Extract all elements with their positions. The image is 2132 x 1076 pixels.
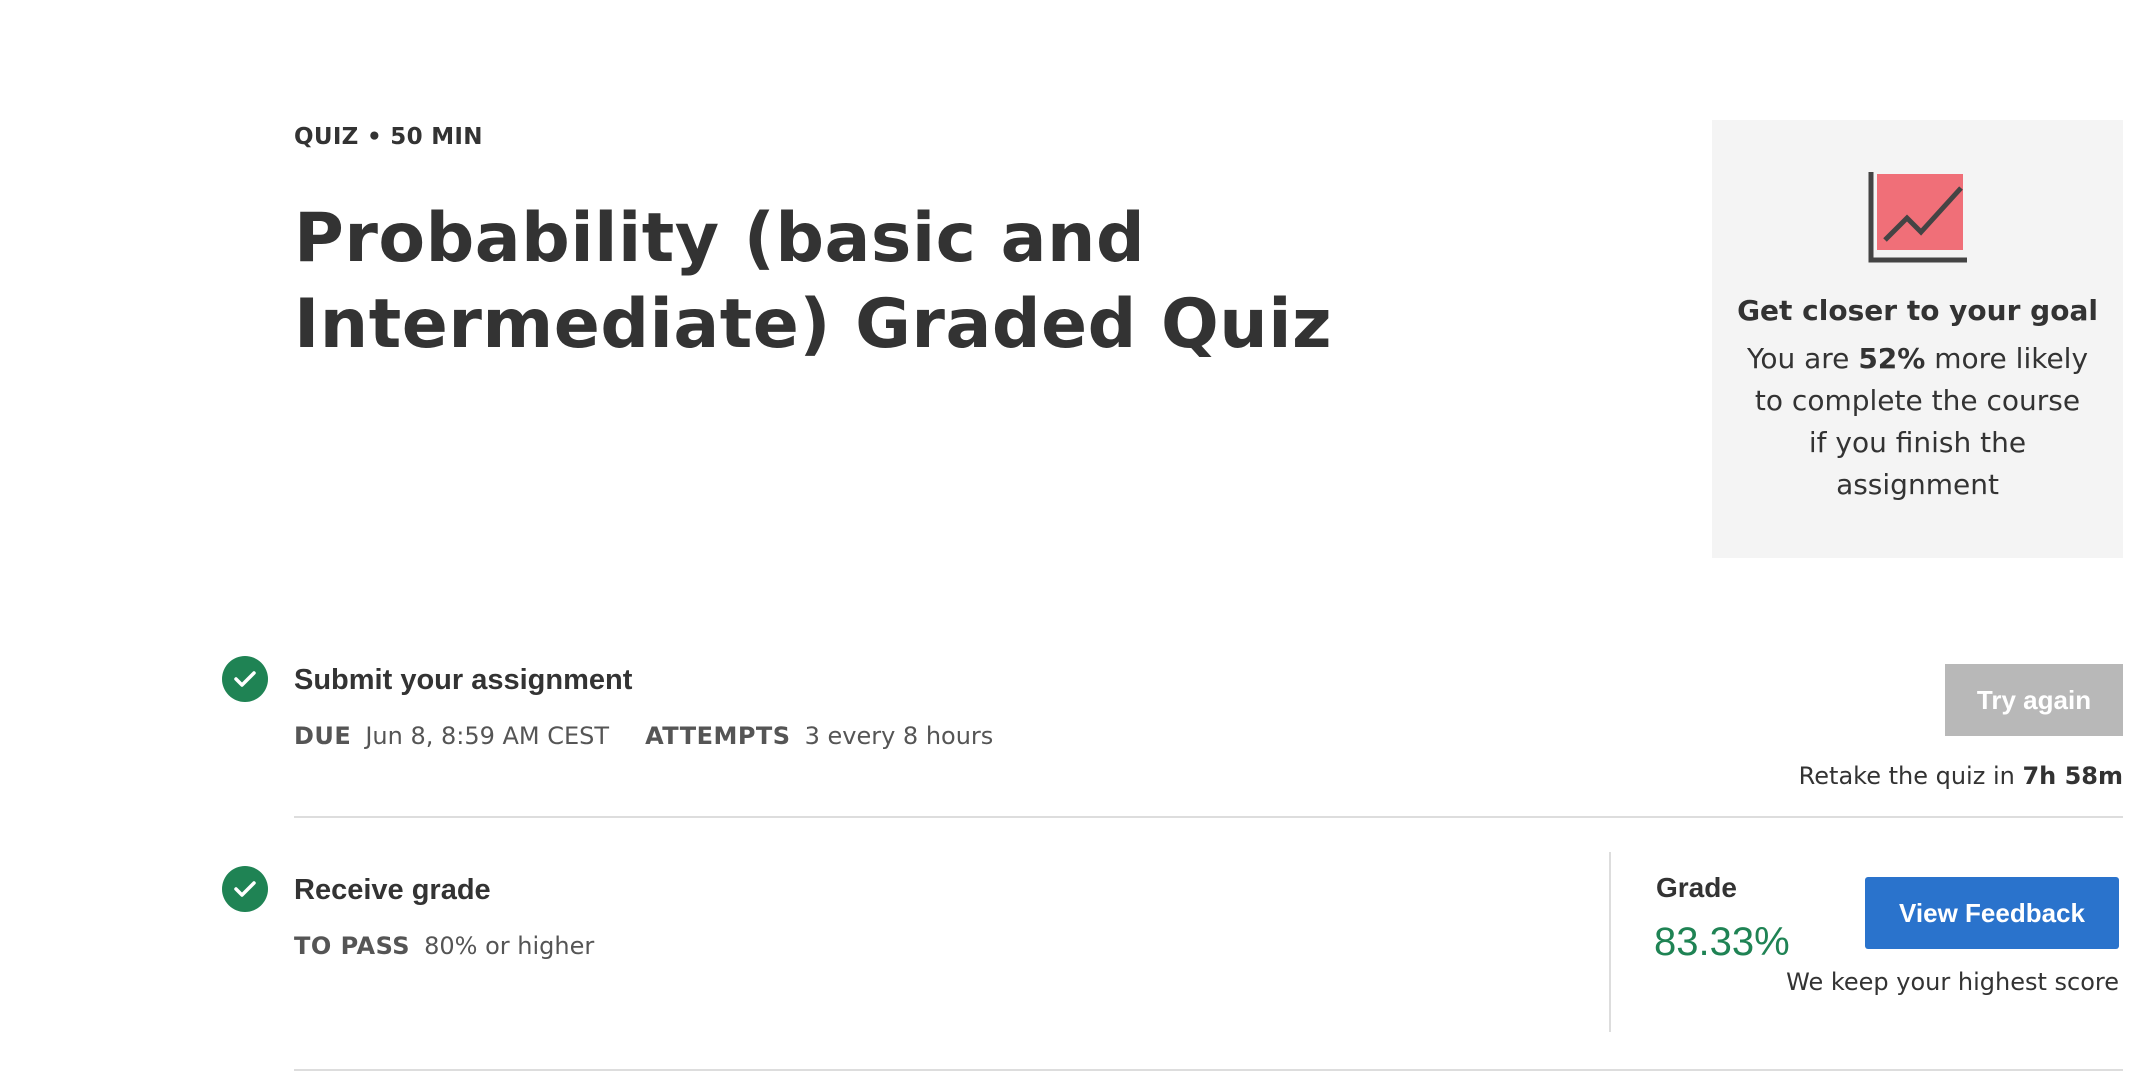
grade-step-title: Receive grade: [294, 874, 491, 906]
attempts-value: 3 every 8 hours: [804, 722, 994, 750]
try-again-button[interactable]: Try again: [1945, 664, 2123, 736]
retake-note: Retake the quiz in 7h 58m: [1799, 762, 2123, 790]
divider: [294, 816, 2123, 818]
grade-check-icon: [222, 866, 268, 912]
view-feedback-button[interactable]: View Feedback: [1865, 877, 2119, 949]
submit-step-details: DUE Jun 8, 8:59 AM CEST ATTEMPTS 3 every 8 …: [294, 722, 993, 750]
highest-score-note: We keep your highest score: [1786, 968, 2119, 996]
goal-card: Get closer to your goal You are 52% more…: [1712, 120, 2123, 558]
grade-step-details: TO PASS 80% or higher: [294, 932, 594, 960]
due-value: Jun 8, 8:59 AM CEST: [365, 722, 610, 750]
chart-trend-icon: [1868, 172, 1967, 263]
bottom-divider: [294, 1069, 2123, 1071]
to-pass-value: 80% or higher: [424, 932, 595, 960]
page-title: Probability (basic and Intermediate) Gra…: [294, 199, 1333, 364]
to-pass-label: TO PASS: [294, 932, 411, 960]
grade-label: Grade: [1656, 872, 1737, 903]
submit-step-title: Submit your assignment: [294, 664, 633, 696]
grade-value: 83.33%: [1654, 920, 1790, 964]
attempts-label: ATTEMPTS: [645, 722, 791, 750]
grade-divider: [1609, 852, 1611, 1032]
goal-text-before: You are: [1746, 342, 1859, 375]
goal-title: Get closer to your goal: [1737, 294, 2098, 327]
quiz-meta: QUIZ • 50 MIN: [294, 124, 483, 150]
retake-time: 7h 58m: [2022, 762, 2123, 790]
retake-text: Retake the quiz in: [1798, 762, 2023, 790]
submit-check-icon: [222, 656, 268, 702]
goal-percent: 52%: [1858, 342, 1926, 375]
goal-text: You are 52% more likely to complete the …: [1742, 338, 2093, 506]
due-label: DUE: [294, 722, 352, 750]
